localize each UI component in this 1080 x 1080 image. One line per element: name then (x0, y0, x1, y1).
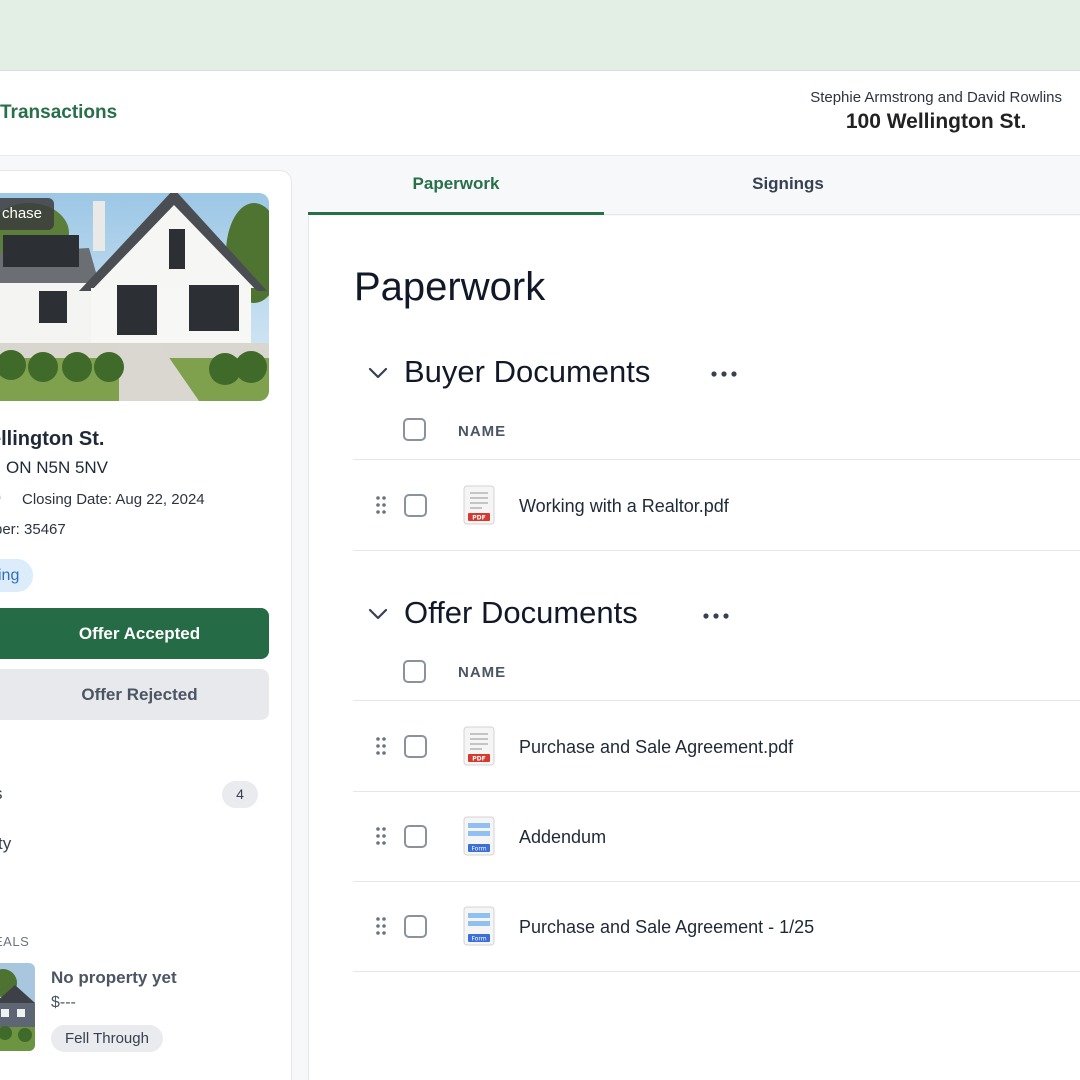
deal-price: $--- (51, 994, 76, 1011)
pdf-file-icon: PDF (463, 485, 495, 525)
document-name[interactable]: Purchase and Sale Agreement - 1/25 (519, 917, 814, 938)
drag-handle-icon[interactable] (375, 495, 387, 515)
document-name[interactable]: Addendum (519, 827, 606, 848)
offer-rejected-button[interactable]: Offer Rejected (0, 669, 269, 720)
column-header-name[interactable]: NAME (458, 423, 506, 440)
column-header-name[interactable]: NAME (458, 664, 506, 681)
sidebar-nav-item-fragment[interactable]: ty (0, 834, 11, 854)
header-address: 100 Wellington St. (845, 110, 1027, 133)
more-options-icon[interactable] (702, 610, 732, 622)
status-badge: ing (0, 559, 34, 592)
more-options-icon[interactable] (710, 368, 740, 380)
transaction-number: ber: 35467 (0, 521, 66, 538)
row-checkbox[interactable] (404, 825, 427, 848)
client-names: Stephie Armstrong and David Rowlins (810, 89, 1062, 106)
form-icon-label: Form (471, 936, 486, 943)
transaction-tabs: Paperwork Signings (308, 156, 1080, 215)
chevron-down-icon[interactable] (365, 601, 391, 627)
section-title: Buyer Documents (404, 354, 651, 389)
transaction-type-badge: chase (0, 198, 55, 230)
property-city: ON N5N 5NV (6, 458, 109, 477)
transactions-back-link[interactable]: Transactions (0, 102, 117, 124)
deal-house-image (0, 963, 35, 1051)
pdf-file-icon: PDF (463, 726, 495, 766)
drag-handle-icon[interactable] (375, 916, 387, 936)
top-banner (0, 0, 1080, 71)
document-row[interactable]: PDF Purchase and Sale Agreement.pdf (353, 702, 1080, 792)
offer-accepted-button[interactable]: Offer Accepted (0, 608, 269, 659)
form-icon-label: Form (471, 846, 486, 853)
transaction-header: Transactions Stephie Armstrong and David… (0, 71, 1080, 156)
document-name[interactable]: Purchase and Sale Agreement.pdf (519, 737, 793, 758)
sidebar-nav-item-fragment[interactable]: s (0, 784, 3, 804)
deal-title[interactable]: No property yet (51, 968, 177, 988)
pdf-icon-label: PDF (472, 756, 485, 763)
transaction-summary: Stephie Armstrong and David Rowlins 100 … (810, 89, 1062, 134)
document-row[interactable]: PDF Working with a Realtor.pdf (353, 461, 1080, 551)
form-file-icon: Form (463, 906, 495, 946)
select-all-checkbox[interactable] (403, 418, 426, 441)
document-row[interactable]: Form Addendum (353, 792, 1080, 882)
chevron-down-icon[interactable] (365, 360, 391, 386)
section-title: Offer Documents (404, 595, 638, 630)
tab-signings[interactable]: Signings (648, 156, 928, 215)
deal-thumbnail[interactable] (0, 963, 35, 1051)
column-header-row: NAME (353, 403, 1080, 460)
deal-status-badge: Fell Through (51, 1025, 163, 1052)
row-checkbox[interactable] (404, 494, 427, 517)
document-name[interactable]: Working with a Realtor.pdf (519, 496, 729, 517)
column-header-row: NAME (353, 644, 1080, 701)
pdf-icon-label: PDF (472, 515, 485, 522)
tab-paperwork[interactable]: Paperwork (308, 156, 604, 215)
paperwork-panel: Paperwork Buyer Documents NAME PDF Worki… (308, 216, 1080, 1080)
drag-handle-icon[interactable] (375, 826, 387, 846)
drag-handle-icon[interactable] (375, 736, 387, 756)
select-all-checkbox[interactable] (403, 660, 426, 683)
property-street: ellington St. (0, 428, 105, 450)
nav-count-badge: 4 (222, 781, 258, 808)
property-price: 0 (0, 490, 1, 508)
form-file-icon: Form (463, 816, 495, 856)
deals-section-label: EALS (0, 934, 30, 949)
page-title: Paperwork (354, 265, 546, 309)
row-checkbox[interactable] (404, 735, 427, 758)
document-row[interactable]: Form Purchase and Sale Agreement - 1/25 (353, 882, 1080, 972)
row-checkbox[interactable] (404, 915, 427, 938)
closing-date: Closing Date: Aug 22, 2024 (22, 491, 205, 508)
